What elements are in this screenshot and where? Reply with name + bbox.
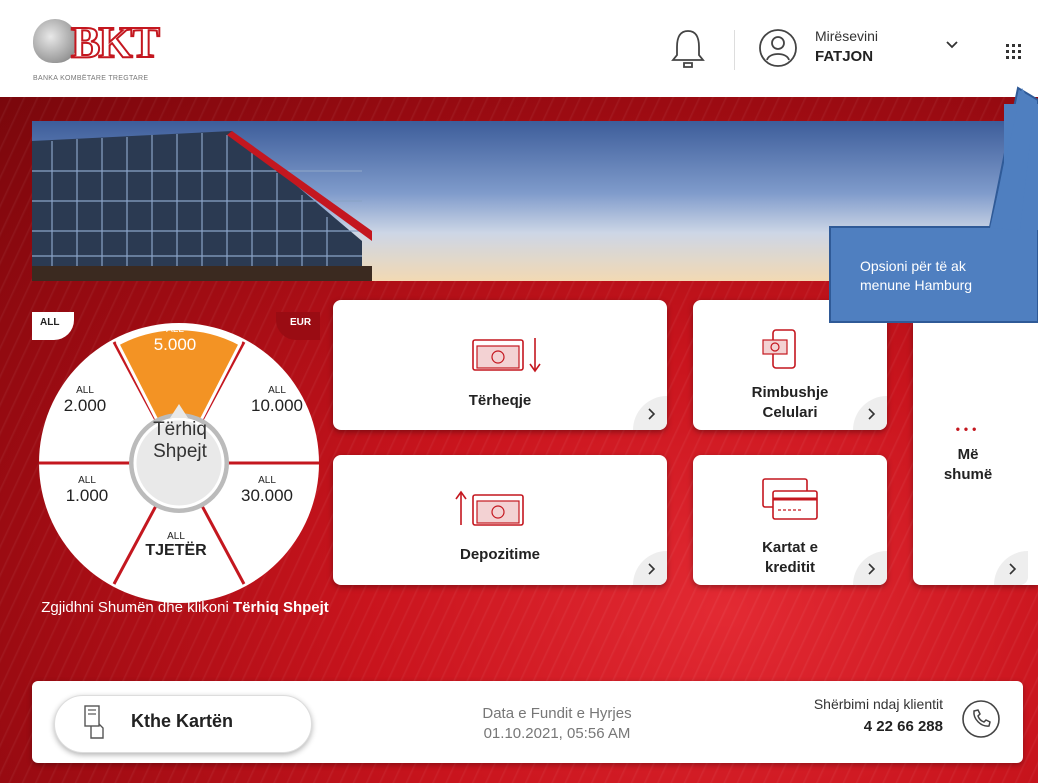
amount-other-button[interactable]: ALL TJETËR (136, 531, 216, 560)
more-options-tile[interactable]: ••• Më shumë (913, 300, 1038, 585)
quick-withdraw-dial (39, 323, 319, 603)
amount-currency: ALL (166, 324, 184, 335)
mobile-topup-label-line1: Rimbushje (751, 384, 829, 401)
hint-bold-text: Tërhiq Shpejt (232, 599, 329, 616)
more-label-line2: shumë (943, 466, 993, 483)
mobile-topup-icon (762, 329, 796, 369)
more-arrow[interactable] (994, 551, 1028, 585)
credit-cards-label-line1: Kartat e (762, 539, 818, 556)
bkt-logo[interactable]: BKT BANKA KOMBËTARE TREGTARE (33, 17, 183, 89)
return-card-label: Kthe Kartën (131, 711, 234, 731)
callout-line1: Opsioni për të ak (860, 258, 966, 274)
app-grid-menu-icon[interactable] (1004, 42, 1024, 60)
withdrawal-tile[interactable]: Tërheqje (333, 300, 667, 430)
logo-subtitle: BANKA KOMBËTARE TREGTARE (33, 75, 149, 82)
amount-30000-button[interactable]: ALL 30.000 (227, 475, 307, 506)
callout-text: Opsioni për të ak menune Hamburg (830, 253, 1038, 323)
amount-currency: ALL (258, 475, 276, 486)
phone-icon[interactable] (961, 699, 1001, 739)
amount-10000-button[interactable]: ALL 10.000 (237, 385, 317, 416)
quick-withdraw-hint: Zgjidhni Shumën dhe klikoni Tërhiq Shpej… (0, 597, 370, 618)
credit-cards-tile[interactable]: Kartat e kreditit (693, 455, 887, 585)
cash-withdraw-icon (472, 338, 541, 373)
greeting-text: Mirësevini (815, 28, 879, 44)
chevron-right-icon (648, 408, 656, 420)
amount-1000-button[interactable]: ALL 1.000 (52, 475, 122, 506)
deposit-label: Depozitime (459, 546, 540, 563)
quick-withdraw-label-line1: Tërhiq (153, 419, 207, 440)
amount-2000-button[interactable]: ALL 2.000 (50, 385, 120, 416)
main-content: ALL EUR ALL 5.000 ALL 10.000 ALL 30.000 … (0, 97, 1038, 783)
deposit-tile[interactable]: Depozitime (333, 455, 667, 585)
return-card-button[interactable]: Kthe Kartën (54, 695, 312, 753)
credit-card-icon (762, 478, 818, 520)
amount-value: 1.000 (65, 486, 109, 505)
logo-text: BKT (70, 17, 161, 68)
amount-currency: ALL (76, 385, 94, 396)
user-name: FATJON (815, 48, 874, 65)
last-login-label: Data e Fundit e Hyrjes (482, 705, 632, 722)
currency-all-label: ALL (40, 317, 60, 328)
chevron-right-icon (868, 563, 876, 575)
quick-withdraw-label-line2: Shpejt (153, 441, 207, 462)
card-return-icon (84, 705, 104, 739)
cash-deposit-icon (455, 490, 524, 526)
last-login-value: 01.10.2021, 05:56 AM (483, 725, 631, 742)
hint-text: Zgjidhni Shumën dhe klikoni (41, 599, 233, 616)
withdrawal-label: Tërheqje (468, 392, 532, 409)
footer-bar: Kthe Kartën Data e Fundit e Hyrjes 01.10… (32, 681, 1023, 763)
chevron-down-icon[interactable] (944, 38, 960, 52)
quick-withdraw-button[interactable]: Tërhiq Shpejt (130, 419, 230, 463)
chevron-right-icon (648, 563, 656, 575)
amount-value: 2.000 (63, 396, 107, 415)
amount-value: 5.000 (153, 335, 197, 354)
amount-currency: ALL (167, 531, 185, 542)
user-avatar-icon[interactable] (758, 28, 798, 68)
bank-building-image (32, 131, 372, 281)
header-divider (734, 30, 735, 70)
chevron-right-icon (1009, 563, 1017, 575)
customer-service-label: Shërbimi ndaj klientit (813, 696, 943, 712)
notification-bell-icon[interactable] (670, 27, 706, 71)
amount-value: 10.000 (251, 396, 303, 415)
chevron-right-icon (868, 408, 876, 420)
amount-value: 30.000 (241, 486, 293, 505)
customer-service-phone: 4 22 66 288 (863, 718, 943, 735)
more-dots-icon: ••• (955, 422, 981, 436)
amount-currency: ALL (78, 475, 96, 486)
header-bar: BKT BANKA KOMBËTARE TREGTARE Mirësevini … (0, 0, 1038, 97)
amount-currency: ALL (268, 385, 286, 396)
more-label-line1: Më (957, 446, 979, 463)
amount-5000-button[interactable]: ALL 5.000 (140, 324, 210, 355)
amount-value: TJETËR (145, 542, 207, 559)
callout-line2: menune Hamburg (860, 277, 973, 293)
currency-eur-label: EUR (290, 317, 312, 328)
